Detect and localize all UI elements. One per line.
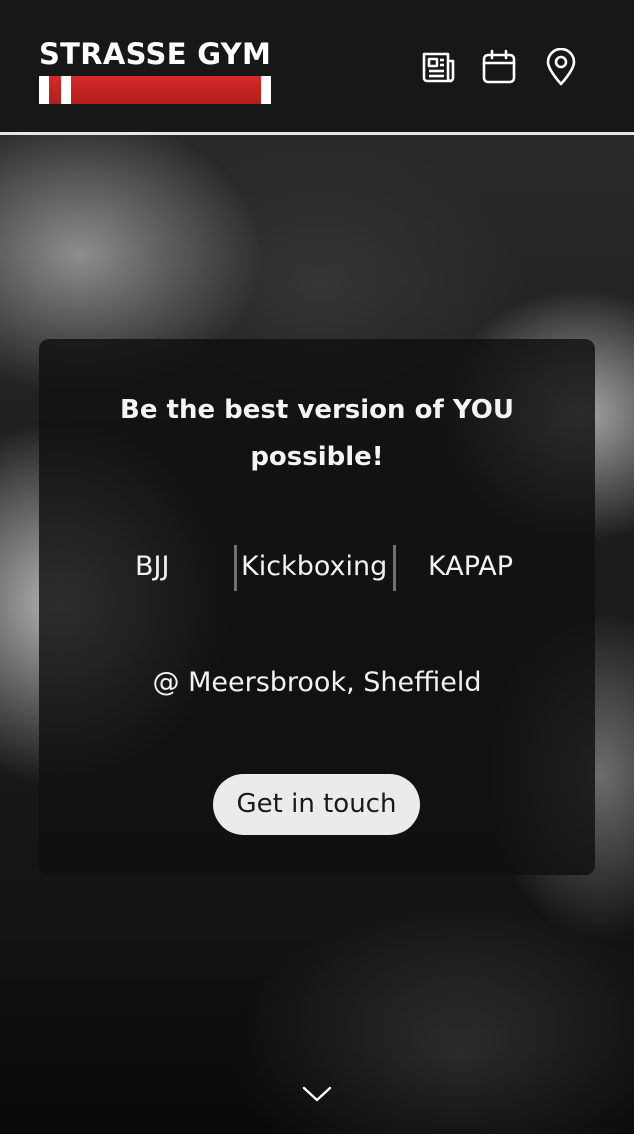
tagline-line-1: Be the best version of YOU <box>120 395 514 425</box>
tagline-line-2: possible! <box>250 442 384 472</box>
hero-tagline: Be the best version of YOU possible! <box>39 387 595 481</box>
discipline-kapap: KAPAP <box>428 551 514 582</box>
belt-graphic <box>39 76 271 104</box>
get-in-touch-button[interactable]: Get in touch <box>213 774 420 835</box>
belt-stripe-left-outer <box>39 76 49 104</box>
hero-card: Be the best version of YOU possible! BJJ… <box>39 339 595 875</box>
discipline-divider <box>234 545 237 591</box>
belt-stripe-right <box>261 76 271 104</box>
newspaper-icon[interactable] <box>420 48 456 86</box>
discipline-kickboxing: Kickboxing <box>241 551 388 582</box>
gym-location: @ Meersbrook, Sheffield <box>152 667 482 698</box>
chevron-down-icon[interactable] <box>299 1082 335 1106</box>
disciplines-list: BJJ Kickboxing KAPAP <box>39 543 595 591</box>
discipline-divider <box>393 545 396 591</box>
map-pin-icon[interactable] <box>543 48 579 86</box>
belt-stripe-left-inner <box>61 76 71 104</box>
hero-section: Be the best version of YOU possible! BJJ… <box>0 135 634 1134</box>
discipline-bjj: BJJ <box>135 551 170 582</box>
site-header: STRASSE GYM <box>0 0 634 132</box>
brand-logo[interactable]: STRASSE GYM <box>39 38 271 104</box>
calendar-icon[interactable] <box>481 48 517 86</box>
brand-name: STRASSE GYM <box>39 37 272 71</box>
